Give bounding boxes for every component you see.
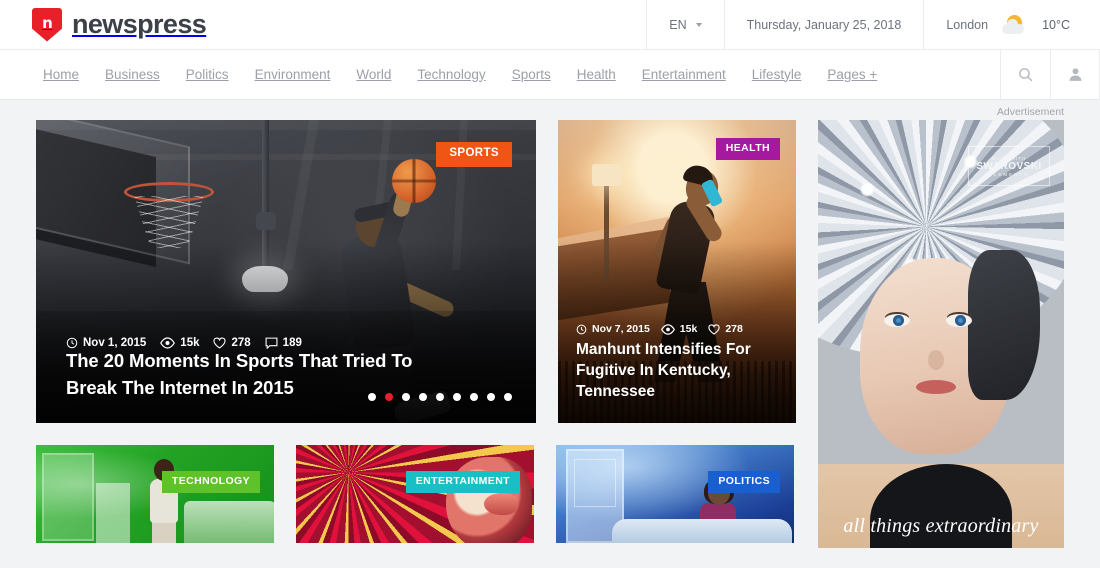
nav-item-world[interactable]: World — [343, 50, 404, 100]
hero-comments: 189 — [265, 337, 302, 349]
nav-item-sports[interactable]: Sports — [499, 50, 564, 100]
logo-shield-icon: n — [32, 8, 62, 42]
logo-mark-letter: n — [42, 14, 52, 32]
secondary-article-row: TECHNOLOGY ENTERTAINMENT POLITICS — [36, 445, 796, 543]
sun-behind-cloud-icon — [1002, 15, 1028, 35]
health-meta: Nov 7, 2015 15k 278 — [576, 323, 743, 335]
current-date-text: Thursday, January 25, 2018 — [747, 18, 902, 32]
clock-icon — [66, 337, 78, 349]
hero-title[interactable]: The 20 Moments In Sports That Tried To B… — [66, 348, 416, 401]
nav-tools — [1000, 50, 1100, 99]
top-bar-right: EN Thursday, January 25, 2018 London 10°… — [646, 0, 1100, 50]
advertisement-label: Advertisement — [997, 106, 1064, 118]
health-views: 15k — [661, 323, 698, 335]
nav-item-home[interactable]: Home — [30, 50, 92, 100]
advertisement-tagline: all things extraordinary — [818, 515, 1064, 538]
site-logo[interactable]: n newspress — [0, 8, 206, 42]
user-icon — [1067, 66, 1084, 83]
search-button[interactable] — [1000, 50, 1050, 99]
hero-date-text: Nov 1, 2015 — [83, 337, 146, 349]
slider-dot-5[interactable] — [436, 393, 444, 401]
health-category-badge[interactable]: HEALTH — [716, 138, 780, 160]
health-article-card[interactable]: HEALTH Nov 7, 2015 15 — [558, 120, 796, 423]
hero-views: 15k — [160, 337, 199, 349]
health-likes: 278 — [708, 323, 743, 335]
top-bar: n newspress EN Thursday, January 25, 201… — [0, 0, 1100, 50]
nav-item-technology[interactable]: Technology — [404, 50, 498, 100]
hero-likes-count: 278 — [231, 337, 250, 349]
slider-dot-9[interactable] — [504, 393, 512, 401]
nav-item-pages[interactable]: Pages + — [814, 50, 890, 100]
slider-pagination — [368, 393, 512, 401]
search-icon — [1017, 66, 1034, 83]
swarovski-logo-main: SWAROVSKI — [976, 161, 1042, 172]
heart-icon — [213, 337, 226, 349]
nav-item-environment[interactable]: Environment — [242, 50, 344, 100]
entertainment-category-badge[interactable]: ENTERTAINMENT — [406, 471, 520, 493]
swarovski-logo-sub: ELEMENTS — [989, 172, 1029, 177]
politics-image — [556, 445, 794, 543]
weather-temperature: 10°C — [1042, 18, 1070, 32]
entertainment-image — [296, 445, 534, 543]
hero-comments-count: 189 — [283, 337, 302, 349]
technology-image — [36, 445, 274, 543]
language-label: EN — [669, 18, 686, 32]
weather-widget: London 10°C — [923, 0, 1100, 50]
slider-dot-6[interactable] — [453, 393, 461, 401]
hero-views-count: 15k — [180, 337, 199, 349]
current-date: Thursday, January 25, 2018 — [724, 0, 924, 50]
basketball-icon — [392, 159, 436, 203]
nav-item-lifestyle[interactable]: Lifestyle — [739, 50, 815, 100]
main-navigation: Home Business Politics Environment World… — [0, 50, 1100, 100]
eye-icon — [661, 324, 675, 335]
health-title[interactable]: Manhunt Intensifies For Fugitive In Kent… — [576, 340, 780, 403]
nav-item-entertainment[interactable]: Entertainment — [629, 50, 739, 100]
health-views-count: 15k — [680, 323, 698, 335]
health-likes-count: 278 — [725, 323, 743, 335]
language-selector[interactable]: EN — [646, 0, 723, 50]
health-date-text: Nov 7, 2015 — [592, 323, 650, 335]
hero-category-badge[interactable]: SPORTS — [436, 142, 512, 167]
nav-item-list: Home Business Politics Environment World… — [0, 50, 890, 99]
chevron-down-icon — [696, 23, 702, 27]
slider-dot-3[interactable] — [402, 393, 410, 401]
entertainment-article-card[interactable]: ENTERTAINMENT — [296, 445, 534, 543]
nav-item-health[interactable]: Health — [564, 50, 629, 100]
account-button[interactable] — [1050, 50, 1100, 99]
main-content: SPORTS Nov 1, 2015 15 — [0, 100, 1100, 548]
slider-dot-4[interactable] — [419, 393, 427, 401]
slider-dot-2[interactable] — [385, 393, 393, 401]
nav-item-politics[interactable]: Politics — [173, 50, 242, 100]
comment-icon — [265, 337, 278, 349]
slider-dot-8[interactable] — [487, 393, 495, 401]
hero-date: Nov 1, 2015 — [66, 337, 146, 349]
politics-category-badge[interactable]: POLITICS — [708, 471, 780, 493]
heart-icon — [708, 324, 720, 335]
advertisement-banner[interactable]: MADE WITH SWAROVSKI ELEMENTS all things … — [818, 120, 1064, 548]
weather-city: London — [946, 18, 988, 32]
hero-article-card[interactable]: SPORTS Nov 1, 2015 15 — [36, 120, 536, 423]
articles-column: SPORTS Nov 1, 2015 15 — [36, 120, 796, 548]
technology-article-card[interactable]: TECHNOLOGY — [36, 445, 274, 543]
slider-dot-7[interactable] — [470, 393, 478, 401]
clock-icon — [576, 324, 587, 335]
nav-item-business[interactable]: Business — [92, 50, 173, 100]
health-date: Nov 7, 2015 — [576, 323, 650, 335]
slider-dot-1[interactable] — [368, 393, 376, 401]
featured-row: SPORTS Nov 1, 2015 15 — [36, 120, 796, 423]
hero-likes: 278 — [213, 337, 250, 349]
eye-icon — [160, 337, 175, 349]
sidebar: Advertisement MADE WITH SWAROVSKI ELEMEN… — [818, 120, 1064, 548]
technology-category-badge[interactable]: TECHNOLOGY — [162, 471, 260, 493]
politics-article-card[interactable]: POLITICS — [556, 445, 794, 543]
brand-name: newspress — [72, 9, 206, 40]
hero-meta: Nov 1, 2015 15k 278 — [66, 337, 302, 349]
swarovski-logo: MADE WITH SWAROVSKI ELEMENTS — [968, 146, 1050, 186]
